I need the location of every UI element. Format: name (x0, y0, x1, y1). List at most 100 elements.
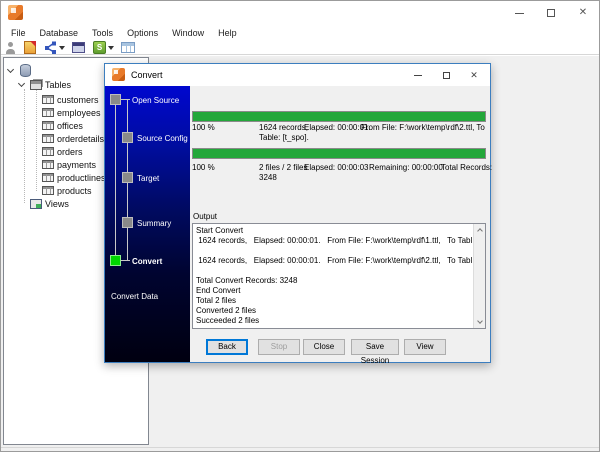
wizard-step-open-source[interactable] (110, 94, 121, 105)
menu-item-options[interactable]: Options (122, 26, 163, 40)
window-view-button[interactable] (72, 41, 85, 55)
total-progress-bar (192, 148, 486, 159)
table-icon (42, 108, 54, 117)
tree-label-products: products (57, 186, 92, 196)
tree-node-orderdetails[interactable]: orderdetails (42, 132, 104, 145)
chevron-up-icon (477, 228, 483, 234)
table-columns-icon (121, 42, 135, 53)
save-session-button[interactable]: Save Session (351, 339, 399, 355)
output-scrollbar[interactable] (473, 224, 485, 328)
maximize-icon (443, 72, 450, 79)
tree-node-offices[interactable]: offices (42, 119, 83, 132)
wizard-step-source-config[interactable] (122, 132, 133, 143)
script-button[interactable]: S (93, 41, 117, 55)
wizard-step-label-target[interactable]: Target (137, 174, 159, 183)
table-icon (42, 173, 54, 182)
view-button[interactable]: View (404, 339, 446, 355)
script-dropdown-icon[interactable] (108, 46, 114, 50)
maximize-button[interactable] (535, 1, 567, 25)
convert-content: 100 % 1624 records, Elapsed: 00:00:01. F… (190, 86, 490, 362)
tree-root-node[interactable] (8, 64, 31, 77)
dialog-maximize-button[interactable] (432, 64, 460, 86)
window-titlebar: ✕ (1, 1, 599, 25)
dialog-minimize-button[interactable] (404, 64, 432, 86)
minimize-icon (414, 75, 422, 76)
share-button[interactable] (44, 41, 68, 55)
wizard-step-summary[interactable] (122, 217, 133, 228)
menu-item-database[interactable]: Database (35, 26, 84, 40)
tree-label-productlines: productlines (57, 173, 106, 183)
scroll-up-button[interactable] (474, 224, 486, 236)
convert-button[interactable] (24, 41, 36, 55)
table-icon (42, 160, 54, 169)
file-progress-bar (192, 111, 486, 122)
wizard-step-label-convert[interactable]: Convert (132, 257, 162, 266)
scroll-down-button[interactable] (474, 316, 486, 328)
menu-item-help[interactable]: Help (213, 26, 242, 40)
tree-node-customers[interactable]: customers (42, 93, 99, 106)
close-dialog-button[interactable]: Close (303, 339, 345, 355)
wizard-connector-line (115, 99, 116, 260)
share-icon (44, 41, 57, 54)
close-button[interactable]: ✕ (567, 1, 599, 25)
menu-item-tools[interactable]: Tools (87, 26, 118, 40)
tree-node-orders[interactable]: orders (42, 145, 83, 158)
total-progress-remaining: Remaining: 00:00:00 (369, 163, 443, 172)
total-progress-elapsed: Elapsed: 00:00:03 (304, 163, 369, 172)
chevron-down-icon[interactable] (7, 65, 14, 72)
tree-label-customers: customers (57, 95, 99, 105)
file-progress-records: 1624 records, (259, 123, 308, 132)
wizard-step-target[interactable] (122, 172, 133, 183)
views-icon (30, 199, 42, 209)
wizard-sidebar: Open Source Source Config Target Summary… (105, 86, 190, 362)
total-records-label: Total Records: (441, 163, 492, 172)
tree-node-productlines[interactable]: productlines (42, 171, 106, 184)
output-label: Output (193, 212, 217, 221)
user-icon (5, 42, 16, 54)
file-progress-percent: 100 % (192, 123, 215, 132)
tree-line (36, 88, 37, 191)
dialog-title: Convert (131, 70, 163, 80)
window-icon (72, 42, 85, 53)
table-view-button[interactable] (121, 41, 135, 55)
tree-node-payments[interactable]: payments (42, 158, 96, 171)
chevron-down-icon (477, 318, 483, 324)
wizard-step-label-source-config[interactable]: Source Config (137, 134, 188, 143)
dialog-body: Open Source Source Config Target Summary… (105, 86, 490, 362)
share-dropdown-icon[interactable] (59, 46, 65, 50)
total-progress-files: 2 files / 2 files (259, 163, 307, 172)
tree-node-tables[interactable]: Tables (19, 78, 71, 91)
tree-label-offices: offices (57, 121, 83, 131)
chevron-down-icon[interactable] (18, 79, 25, 86)
main-window: ✕ File Database Tools Options Window Hel… (0, 0, 600, 452)
menu-item-file[interactable]: File (6, 26, 31, 40)
status-bar (1, 447, 600, 452)
wizard-step-convert[interactable] (110, 255, 121, 266)
wizard-step-label-summary[interactable]: Summary (137, 219, 171, 228)
menu-bar: File Database Tools Options Window Help (1, 25, 599, 41)
tree-line (24, 89, 25, 203)
menu-item-window[interactable]: Window (167, 26, 209, 40)
dialog-titlebar[interactable]: Convert ✕ (105, 64, 490, 86)
minimize-icon (515, 13, 524, 14)
app-logo-icon (8, 5, 23, 20)
wizard-step-label-open-source[interactable]: Open Source (132, 96, 179, 105)
total-records-value: 3248 (259, 173, 277, 182)
tree-node-products[interactable]: products (42, 184, 92, 197)
wizard-caption: Convert Data (111, 292, 158, 301)
close-icon: ✕ (470, 71, 478, 80)
table-icon (42, 121, 54, 130)
wizard-connector-line (121, 260, 130, 261)
minimize-button[interactable] (503, 1, 535, 25)
dialog-close-button[interactable]: ✕ (460, 64, 488, 86)
tree-label-employees: employees (57, 108, 101, 118)
file-progress-from-file: From File: F:\work\temp\rdf\2.ttl, To (361, 123, 485, 132)
tree-node-views[interactable]: Views (30, 197, 69, 210)
connect-user-button[interactable] (5, 41, 16, 55)
tree-label-tables: Tables (45, 80, 71, 90)
tree-node-employees[interactable]: employees (42, 106, 101, 119)
output-log-box[interactable]: Start Convert 1624 records, Elapsed: 00:… (192, 223, 486, 329)
table-icon (42, 186, 54, 195)
table-icon (42, 147, 54, 156)
back-button[interactable]: Back (206, 339, 248, 355)
